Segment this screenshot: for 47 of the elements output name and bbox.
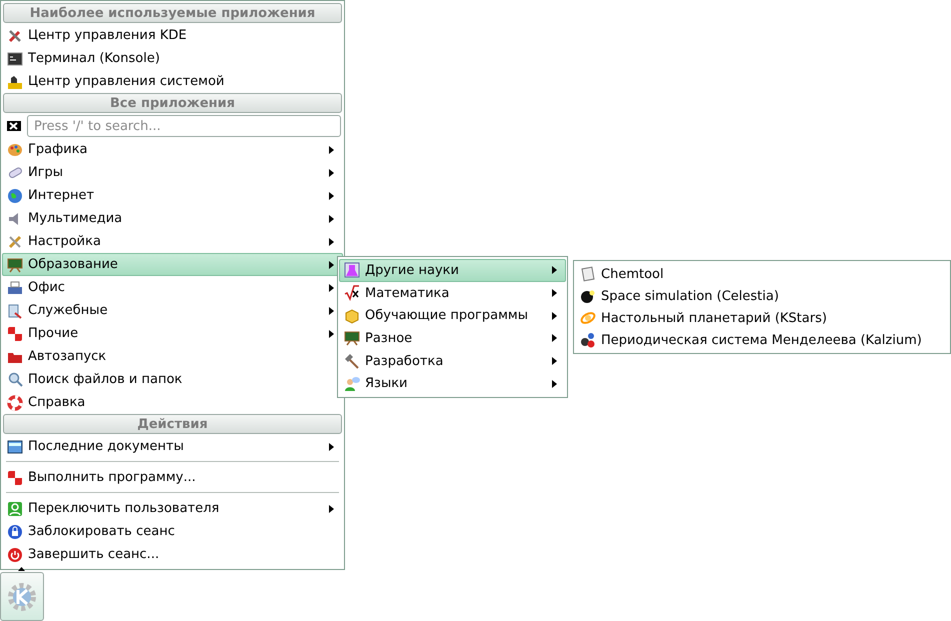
blackboard-icon	[7, 256, 23, 272]
typewriter-icon	[7, 280, 23, 296]
planet-icon	[580, 310, 596, 326]
globe-icon	[7, 188, 23, 204]
square-root-icon	[344, 285, 360, 301]
menu-item[interactable]: Графика	[2, 138, 343, 161]
window-icon	[7, 438, 23, 454]
menu-item[interactable]: Завершить сеанс...	[2, 543, 343, 566]
flask-icon	[344, 262, 360, 278]
menu-item[interactable]: Настольный планетарий (KStars)	[575, 307, 949, 329]
menu-item[interactable]: Образование	[2, 253, 343, 276]
blackboard-icon	[344, 330, 360, 346]
terminal-icon	[7, 50, 23, 66]
menu-item[interactable]: Заблокировать сеанс	[2, 520, 343, 543]
menu-item[interactable]: Периодическая система Менделеева (Kalzium)	[575, 329, 949, 351]
menu-item[interactable]: Переключить пользователя	[2, 497, 343, 520]
search-field[interactable]: Press '/' to search...	[27, 115, 341, 137]
menu-item[interactable]: Выполнить программу...	[2, 466, 343, 489]
menu-item[interactable]: Chemtool	[575, 263, 949, 285]
menu-item[interactable]: Центр управления KDE	[2, 24, 343, 47]
people-icon	[344, 376, 360, 392]
molecule-icon	[580, 332, 596, 348]
palette-icon	[7, 142, 23, 158]
menu-item[interactable]: Последние документы	[2, 435, 343, 458]
menu-item[interactable]: Игры	[2, 161, 343, 184]
gear-icon	[7, 582, 37, 612]
search-icon	[7, 372, 23, 388]
menu-item[interactable]: Терминал (Konsole)	[2, 47, 343, 70]
lifebuoy-icon	[7, 394, 23, 410]
lock-icon	[7, 524, 23, 540]
start-menu-button[interactable]	[0, 572, 44, 621]
user-icon	[7, 500, 23, 516]
section-header: Наиболее используемые приложения	[3, 3, 342, 23]
section-header: Действия	[3, 414, 342, 434]
document-icon	[580, 266, 596, 282]
sphere-icon	[580, 288, 596, 304]
menu-item[interactable]: Мультимедиа	[2, 207, 343, 230]
hammer-icon	[344, 353, 360, 370]
menu-item[interactable]: Центр управления системой	[2, 70, 343, 93]
power-icon	[7, 546, 23, 562]
up-arrow-icon	[18, 567, 25, 571]
menu-item[interactable]: Другие науки	[339, 259, 566, 282]
run-icon	[6, 118, 22, 134]
menu-item[interactable]: Настройка	[2, 230, 343, 253]
section-header: Все приложения	[3, 93, 342, 113]
menu-item[interactable]: Space simulation (Celestia)	[575, 285, 949, 307]
menu-item[interactable]: Интернет	[2, 184, 343, 207]
